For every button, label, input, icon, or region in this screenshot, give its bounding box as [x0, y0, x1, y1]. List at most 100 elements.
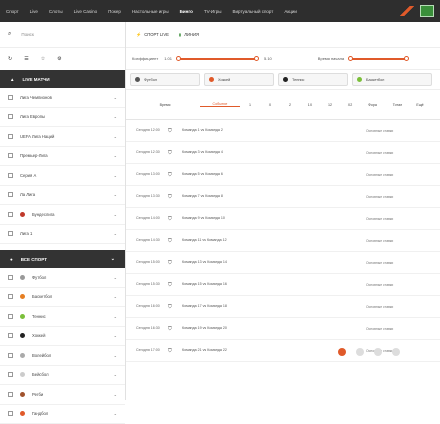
column-event[interactable]: Событие [200, 102, 240, 107]
checkbox-icon[interactable] [8, 294, 13, 299]
table-row[interactable]: Сегодня 14:00⛉Команда 9 vs Команда 10Осн… [126, 208, 440, 230]
event-market[interactable]: Основные ставки [366, 239, 436, 243]
time-slider[interactable] [350, 58, 408, 60]
nav-item-bingo[interactable]: Бинго [180, 9, 193, 14]
event-market[interactable]: Основные ставки [366, 217, 436, 221]
column-total[interactable]: Тотал [385, 103, 410, 107]
table-row[interactable]: Сегодня 15:00⛉Команда 13 vs Команда 14Ос… [126, 252, 440, 274]
checkbox-icon[interactable] [8, 212, 13, 217]
search-input[interactable]: Поиск [21, 32, 33, 37]
list-icon[interactable]: ☰ [24, 56, 28, 62]
column-more[interactable]: Ещё [410, 103, 430, 107]
time-slider-max-handle[interactable] [404, 56, 409, 61]
table-row[interactable]: Сегодня 12:30⛉Команда 3 vs Команда 4Осно… [126, 142, 440, 164]
nav-item-virtual-sport[interactable]: Виртуальный спорт [233, 9, 274, 14]
event-market[interactable]: Основные ставки [366, 283, 436, 287]
event-teams[interactable]: Команда 3 vs Команда 4 [182, 150, 282, 154]
filter-basketball[interactable]: Баскетбол [352, 73, 432, 86]
odds-slider[interactable] [178, 58, 258, 60]
sidebar-item-live-6[interactable]: Бундеслига⌄ [0, 205, 125, 225]
event-market[interactable]: Основные ставки [366, 129, 436, 133]
page-2-button[interactable] [356, 348, 364, 356]
sidebar-item-sport-1[interactable]: Баскетбол⌄ [0, 288, 125, 308]
star-icon[interactable]: ☆ [41, 56, 45, 62]
filter-tennis[interactable]: Теннис [278, 73, 348, 86]
odds-slider-max-handle[interactable] [254, 56, 259, 61]
event-teams[interactable]: Команда 15 vs Команда 16 [182, 282, 282, 286]
checkbox-icon[interactable] [8, 314, 13, 319]
nav-item-live-casino[interactable]: Live Casino [74, 9, 98, 14]
sidebar-item-live-3[interactable]: Премьер-Лига⌄ [0, 147, 125, 167]
sidebar-item-live-4[interactable]: Серия А⌄ [0, 166, 125, 186]
event-market[interactable]: Основные ставки [366, 305, 436, 309]
nav-item-poker[interactable]: Покер [108, 9, 121, 14]
column-x2[interactable]: X2 [340, 103, 360, 107]
sports-section-header[interactable]: ● ВСЕ СПОРТ ⌄ [0, 250, 125, 268]
event-teams[interactable]: Команда 13 vs Команда 14 [182, 260, 282, 264]
event-teams[interactable]: Команда 7 vs Команда 8 [182, 194, 282, 198]
table-row[interactable]: Сегодня 16:00⛉Команда 17 vs Команда 18Ос… [126, 296, 440, 318]
search-bar[interactable]: ⌕ Поиск [0, 22, 125, 48]
column-2[interactable]: 2 [280, 103, 300, 107]
page-4-button[interactable] [392, 348, 400, 356]
event-teams[interactable]: Команда 21 vs Команда 22 [182, 348, 282, 352]
page-1-button[interactable] [338, 348, 346, 356]
table-row[interactable]: Сегодня 12:00⛉Команда 1 vs Команда 2Осно… [126, 120, 440, 142]
sidebar-item-live-0[interactable]: Лига Чемпионов⌄ [0, 88, 125, 108]
checkbox-icon[interactable] [8, 114, 13, 119]
column-12[interactable]: 12 [320, 103, 340, 107]
live-section-header[interactable]: ▲ LIVE МАТЧИ [0, 70, 125, 88]
checkbox-icon[interactable] [8, 231, 13, 236]
nav-item-tv-games[interactable]: TV-Игры [204, 9, 222, 14]
nav-item-live[interactable]: Live [30, 9, 38, 14]
odds-slider-min-handle[interactable] [176, 56, 181, 61]
checkbox-icon[interactable] [8, 392, 13, 397]
sidebar-item-live-5[interactable]: Ла Лига⌄ [0, 186, 125, 206]
sport-live-button[interactable]: ⚡ СПОРТ LIVE [136, 32, 169, 38]
event-market[interactable]: Основные ставки [366, 261, 436, 265]
event-teams[interactable]: Команда 1 vs Команда 2 [182, 128, 282, 132]
column-1x[interactable]: 1X [300, 103, 320, 107]
checkbox-icon[interactable] [8, 95, 13, 100]
checkbox-icon[interactable] [8, 153, 13, 158]
event-market[interactable]: Основные ставки [366, 151, 436, 155]
event-market[interactable]: Основные ставки [366, 195, 436, 199]
page-3-button[interactable] [374, 348, 382, 356]
event-teams[interactable]: Команда 9 vs Команда 10 [182, 216, 282, 220]
settings-icon[interactable]: ⚙ [57, 56, 61, 62]
event-teams[interactable]: Команда 19 vs Команда 20 [182, 326, 282, 330]
sidebar-item-sport-6[interactable]: Регби⌄ [0, 385, 125, 405]
table-row[interactable]: Сегодня 14:30⛉Команда 11 vs Команда 12Ос… [126, 230, 440, 252]
sidebar-item-sport-4[interactable]: Волейбол⌄ [0, 346, 125, 366]
sidebar-item-sport-7[interactable]: Гандбол⌄ [0, 405, 125, 424]
checkbox-icon[interactable] [8, 173, 13, 178]
nav-item-promo[interactable]: Акции [284, 9, 297, 14]
table-row[interactable]: Сегодня 13:00⛉Команда 5 vs Команда 6Осно… [126, 164, 440, 186]
sidebar-item-live-2[interactable]: UEFA Лига Наций⌄ [0, 127, 125, 147]
event-teams[interactable]: Команда 17 vs Команда 18 [182, 304, 282, 308]
column-handicap[interactable]: Фора [360, 103, 385, 107]
nav-item-sport[interactable]: Спорт [6, 9, 19, 14]
checkbox-icon[interactable] [8, 372, 13, 377]
sidebar-item-live-1[interactable]: Лига Европы⌄ [0, 108, 125, 128]
checkbox-icon[interactable] [8, 275, 13, 280]
table-row[interactable]: Сегодня 16:30⛉Команда 19 vs Команда 20Ос… [126, 318, 440, 340]
checkbox-icon[interactable] [8, 134, 13, 139]
column-time[interactable]: Время [130, 103, 200, 107]
sidebar-item-sport-3[interactable]: Хоккей⌄ [0, 327, 125, 347]
table-row[interactable]: Сегодня 15:30⛉Команда 15 vs Команда 16Ос… [126, 274, 440, 296]
checkbox-icon[interactable] [8, 411, 13, 416]
nav-item-table-games[interactable]: Настольные игры [132, 9, 169, 14]
refresh-icon[interactable]: ↻ [8, 56, 12, 62]
column-1[interactable]: 1 [240, 103, 260, 107]
event-market[interactable]: Основные ставки [366, 173, 436, 177]
table-row[interactable]: Сегодня 13:30⛉Команда 7 vs Команда 8Осно… [126, 186, 440, 208]
checkbox-icon[interactable] [8, 192, 13, 197]
nav-item-slots[interactable]: Слоты [49, 9, 63, 14]
checkbox-icon[interactable] [8, 333, 13, 338]
event-teams[interactable]: Команда 5 vs Команда 6 [182, 172, 282, 176]
sidebar-item-live-7[interactable]: Лига 1⌄ [0, 225, 125, 245]
filter-hockey[interactable]: Хоккей [204, 73, 274, 86]
column-x[interactable]: X [260, 103, 280, 107]
checkbox-icon[interactable] [8, 353, 13, 358]
